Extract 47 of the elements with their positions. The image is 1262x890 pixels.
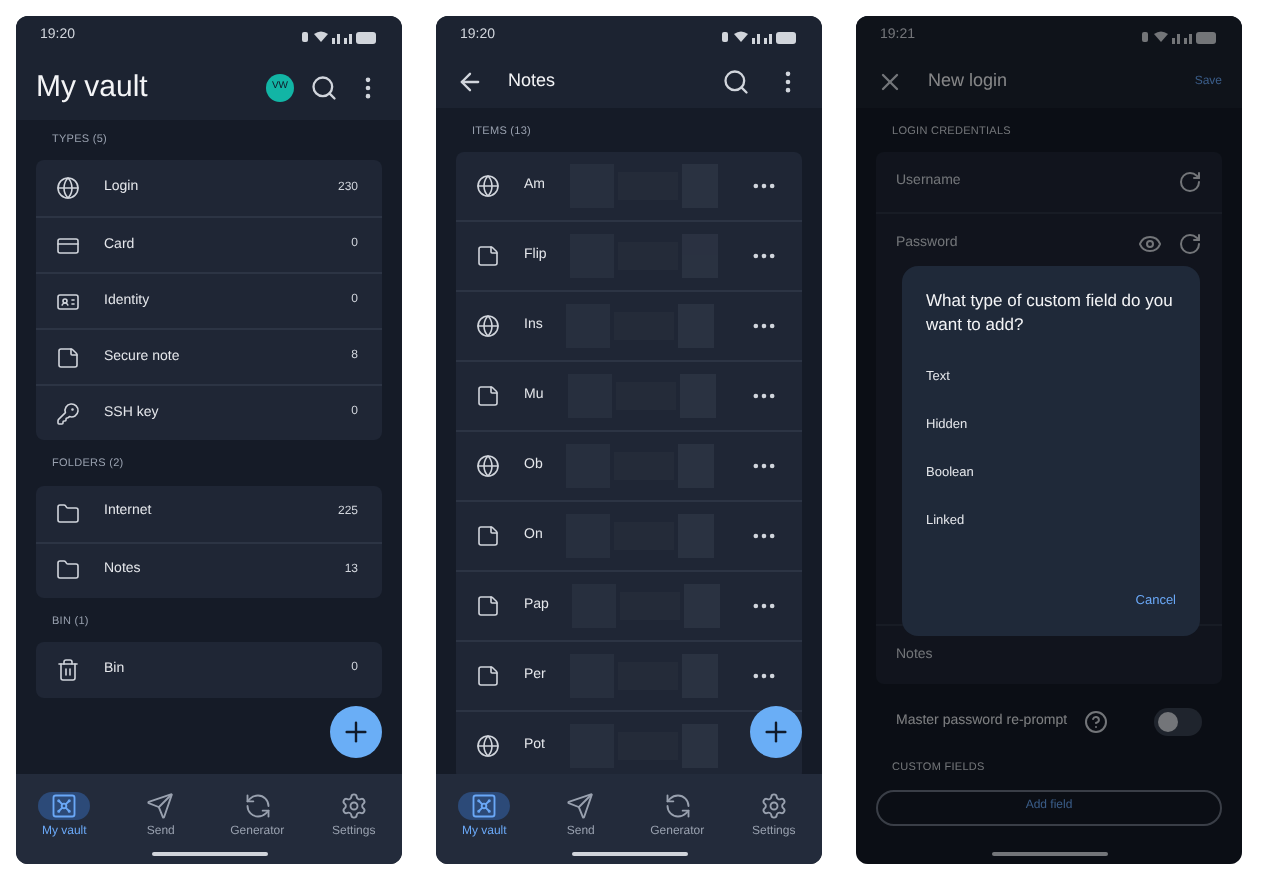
id-card-icon <box>56 289 80 314</box>
home-indicator <box>991 852 1107 856</box>
refresh-icon[interactable] <box>1178 170 1202 195</box>
trash-icon <box>56 657 80 682</box>
globe-icon <box>476 734 500 759</box>
note-icon <box>476 594 500 619</box>
note-icon <box>476 384 500 409</box>
home-indicator <box>151 852 267 856</box>
card-icon <box>56 233 80 258</box>
screen-title: Notes <box>508 68 558 95</box>
plus-icon <box>760 716 792 748</box>
status-icons <box>1142 29 1218 43</box>
globe-icon <box>476 454 500 479</box>
back-icon[interactable] <box>456 68 484 96</box>
search-icon[interactable] <box>722 68 750 96</box>
vault-icon <box>470 792 499 820</box>
globe-icon <box>476 314 500 339</box>
key-icon <box>56 401 80 426</box>
status-icons <box>302 29 378 43</box>
dialog-title: What type of custom field do you want to add? <box>926 290 1175 337</box>
refresh-icon <box>663 792 692 820</box>
note-icon <box>476 664 500 689</box>
reprompt-toggle[interactable] <box>1154 708 1202 737</box>
folder-icon <box>56 558 80 582</box>
folder-icon <box>56 501 80 525</box>
refresh-icon <box>243 792 272 820</box>
settings-icon <box>759 792 788 820</box>
note-icon <box>56 345 80 370</box>
home-indicator <box>571 852 687 856</box>
help-icon[interactable] <box>1083 710 1108 735</box>
add-button[interactable] <box>330 706 382 758</box>
search-icon[interactable] <box>310 74 338 102</box>
vault-icon <box>50 792 79 820</box>
note-icon <box>476 524 500 549</box>
plus-icon <box>340 716 372 748</box>
refresh-icon[interactable] <box>1178 231 1202 256</box>
eye-icon[interactable] <box>1138 231 1162 256</box>
globe-icon <box>56 176 80 201</box>
globe-icon <box>476 174 500 199</box>
paper-plane-icon <box>566 792 595 820</box>
screen-title: New login <box>928 68 1010 95</box>
settings-icon <box>339 792 368 820</box>
status-icons <box>722 29 798 43</box>
paper-plane-icon <box>146 792 175 820</box>
screen-title: My vault <box>36 67 150 108</box>
close-icon[interactable] <box>876 68 904 96</box>
note-icon <box>476 244 500 269</box>
